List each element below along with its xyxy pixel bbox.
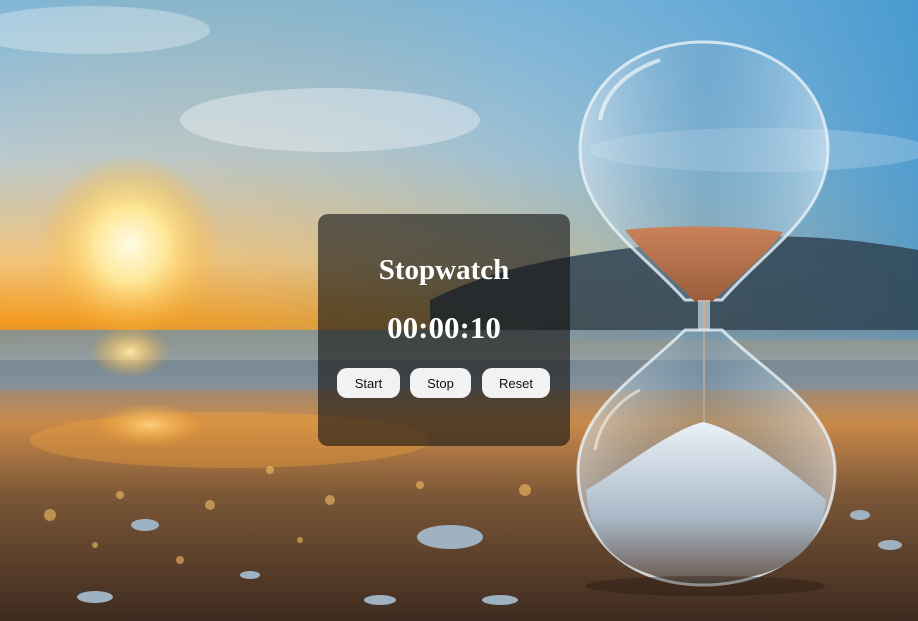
reset-button[interactable]: Reset <box>482 368 550 398</box>
stopwatch-controls: Start Stop Reset <box>318 368 570 398</box>
stop-button[interactable]: Stop <box>410 368 471 398</box>
start-button[interactable]: Start <box>337 368 400 398</box>
time-display: 00:00:10 <box>387 310 501 345</box>
stopwatch-panel: Stopwatch 00:00:10 Start Stop Reset <box>318 214 570 446</box>
stopwatch-title: Stopwatch <box>378 254 510 286</box>
